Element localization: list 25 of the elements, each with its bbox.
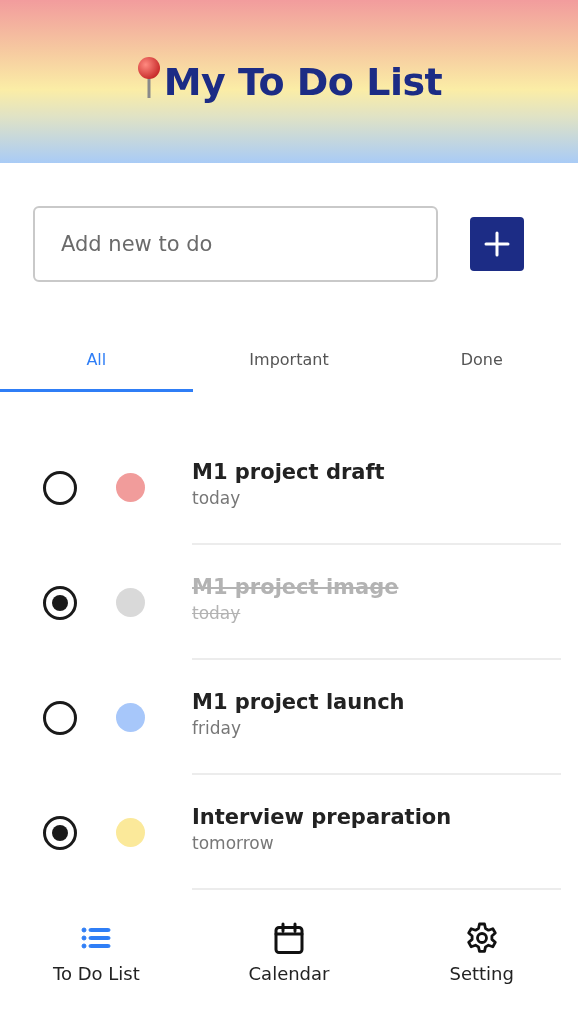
todo-title: M1 project launch bbox=[192, 689, 406, 714]
todo-title: Interview preparation bbox=[192, 804, 453, 829]
pushpin-icon bbox=[135, 55, 162, 100]
radio-button[interactable] bbox=[42, 699, 78, 736]
radio-button[interactable] bbox=[42, 469, 78, 506]
radio-button[interactable] bbox=[42, 584, 78, 621]
settings-icon bbox=[464, 921, 499, 955]
filter-tab[interactable]: Important bbox=[192, 340, 386, 392]
add-todo-field[interactable]: Add new to do bbox=[33, 206, 438, 282]
todo-due: today bbox=[192, 487, 242, 508]
todo-due: friday bbox=[192, 717, 242, 738]
todo-title: M1 project image bbox=[192, 574, 400, 599]
todo-due: today bbox=[192, 602, 242, 623]
nav-tab[interactable]: Calendar bbox=[192, 921, 386, 1016]
todo-title: M1 project draft bbox=[192, 459, 386, 484]
calendar-icon bbox=[272, 921, 306, 955]
filter-tab[interactable]: All bbox=[0, 340, 193, 392]
nav-tab[interactable]: Setting bbox=[385, 921, 578, 1016]
radio-button[interactable] bbox=[42, 814, 78, 851]
filter-tab[interactable]: Done bbox=[385, 340, 578, 392]
nav-tab[interactable]: To Do List bbox=[0, 921, 193, 1016]
plus-icon bbox=[483, 230, 511, 258]
todo-due: tomorrow bbox=[192, 832, 275, 853]
app-title: My To Do List bbox=[163, 59, 443, 104]
add-button[interactable] bbox=[470, 217, 524, 271]
